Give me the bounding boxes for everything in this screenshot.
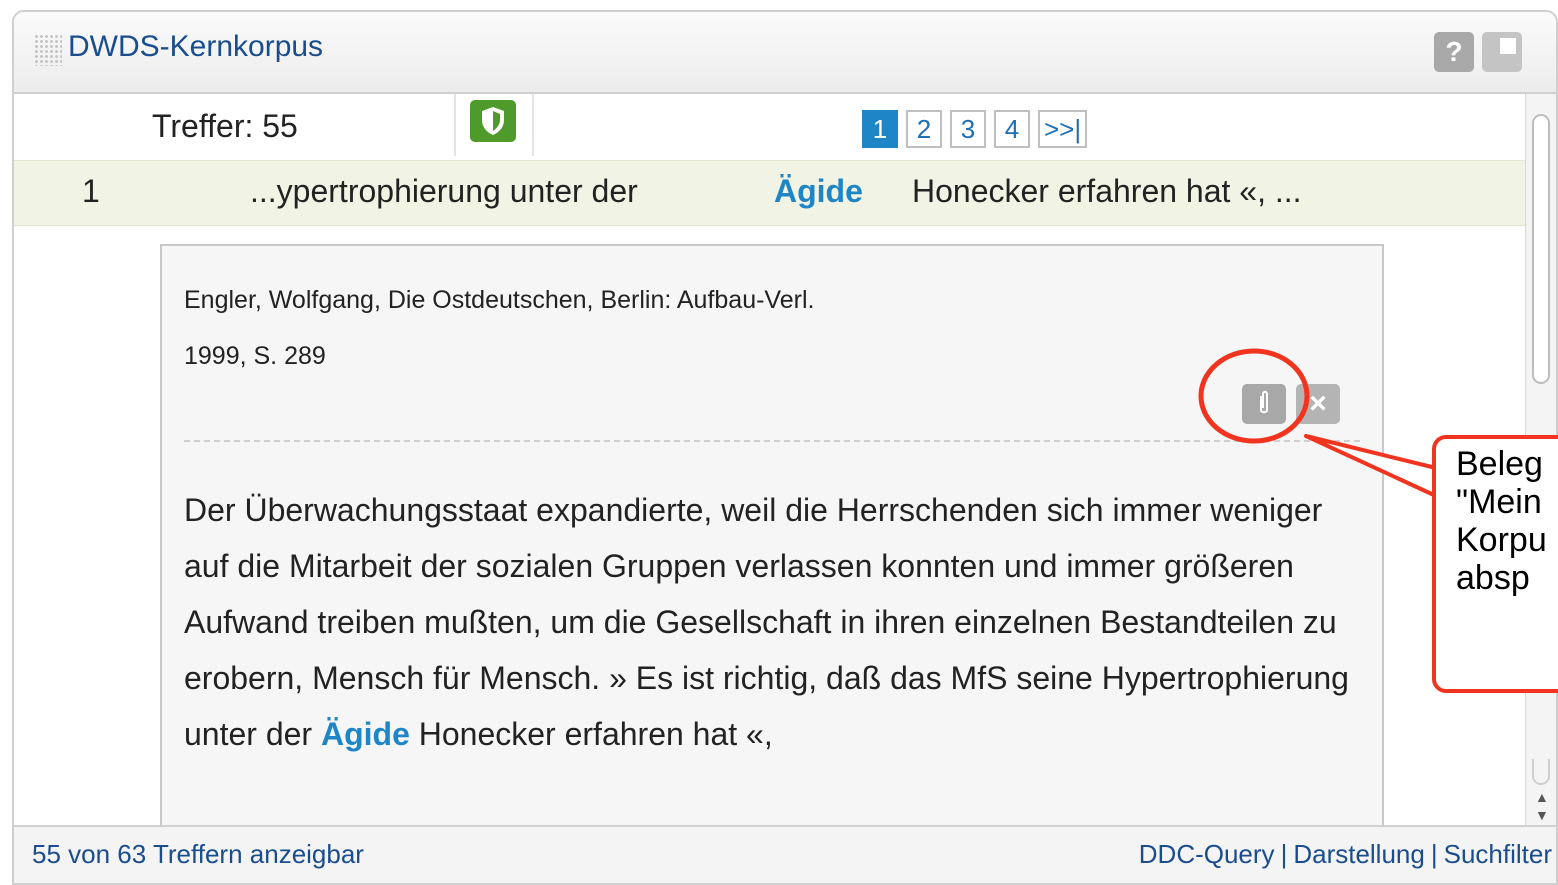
callout-line: absp bbox=[1456, 559, 1530, 597]
scrollbar-thumb[interactable] bbox=[1532, 114, 1550, 384]
corpus-panel: DWDS-Kernkorpus ? Treffer: 55 1 2 3 4 >>… bbox=[12, 10, 1558, 885]
callout-line: Beleg bbox=[1456, 445, 1543, 483]
kwic-right-context: Honecker erfahren hat «, ... bbox=[912, 173, 1302, 209]
citation-year-page: 1999, S. 289 bbox=[184, 342, 326, 370]
page-4-button[interactable]: 4 bbox=[994, 110, 1030, 148]
expand-icon[interactable] bbox=[1482, 32, 1522, 72]
shield-icon[interactable] bbox=[470, 100, 516, 142]
row-number: 1 bbox=[82, 173, 100, 209]
page-2-button[interactable]: 2 bbox=[906, 110, 942, 148]
page-3-button[interactable]: 3 bbox=[950, 110, 986, 148]
divider bbox=[532, 94, 534, 156]
divider bbox=[184, 440, 1360, 442]
full-text-excerpt: Der Überwachungsstaat expandierte, weil … bbox=[184, 482, 1364, 762]
panel-title: DWDS-Kernkorpus bbox=[68, 30, 324, 63]
display-status: 55 von 63 Treffern anzeigbar bbox=[32, 839, 364, 869]
citation-source: Engler, Wolfgang, Die Ostdeutschen, Berl… bbox=[184, 286, 815, 314]
hits-toolbar: Treffer: 55 1 2 3 4 >>| bbox=[14, 94, 1526, 160]
help-button[interactable]: ? bbox=[1434, 32, 1474, 72]
link-separator: | bbox=[1430, 839, 1438, 869]
kwic-row[interactable]: 1 ...ypertrophierung unter der Ägide Hon… bbox=[14, 160, 1526, 226]
callout-line: "Mein bbox=[1456, 483, 1542, 521]
callout-line: Korpu bbox=[1456, 521, 1547, 559]
scroll-down-icon[interactable]: ▼ bbox=[1535, 807, 1549, 823]
close-icon[interactable]: × bbox=[1296, 384, 1340, 424]
kwic-keyword: Ägide bbox=[774, 173, 863, 209]
excerpt-text-after: Honecker erfahren hat «, bbox=[418, 716, 773, 752]
excerpt-text: Der Überwachungsstaat expandierte, weil … bbox=[184, 492, 1349, 752]
ddc-query-link[interactable]: DDC-Query bbox=[1139, 839, 1275, 869]
paperclip-icon[interactable] bbox=[1242, 384, 1286, 424]
footer-links: DDC-Query | Darstellung | Suchfilter bbox=[1139, 839, 1552, 870]
annotation-callout: Beleg "Mein Korpu absp bbox=[1432, 435, 1558, 693]
link-separator: | bbox=[1280, 839, 1288, 869]
suchfilter-link[interactable]: Suchfilter bbox=[1444, 839, 1552, 869]
scroll-up-icon[interactable]: ▲ bbox=[1535, 789, 1549, 805]
page-1-button[interactable]: 1 bbox=[862, 110, 898, 148]
hit-count: Treffer: 55 bbox=[152, 108, 298, 144]
scrollbar-track-end bbox=[1532, 759, 1550, 785]
results-area: Treffer: 55 1 2 3 4 >>| 1 ...ypertrophie… bbox=[14, 94, 1526, 883]
drag-handle-icon[interactable] bbox=[34, 34, 62, 66]
panel-titlebar: DWDS-Kernkorpus ? bbox=[14, 12, 1556, 94]
darstellung-link[interactable]: Darstellung bbox=[1293, 839, 1425, 869]
excerpt-keyword: Ägide bbox=[320, 716, 410, 752]
last-page-button[interactable]: >>| bbox=[1038, 110, 1088, 148]
kwic-left-context: ...ypertrophierung unter der bbox=[250, 173, 638, 209]
pagination: 1 2 3 4 >>| bbox=[862, 110, 1088, 148]
panel-footer: 55 von 63 Treffern anzeigbar DDC-Query | D… bbox=[14, 825, 1556, 883]
hit-detail-box: Engler, Wolfgang, Die Ostdeutschen, Berl… bbox=[160, 244, 1384, 883]
divider bbox=[454, 94, 456, 156]
